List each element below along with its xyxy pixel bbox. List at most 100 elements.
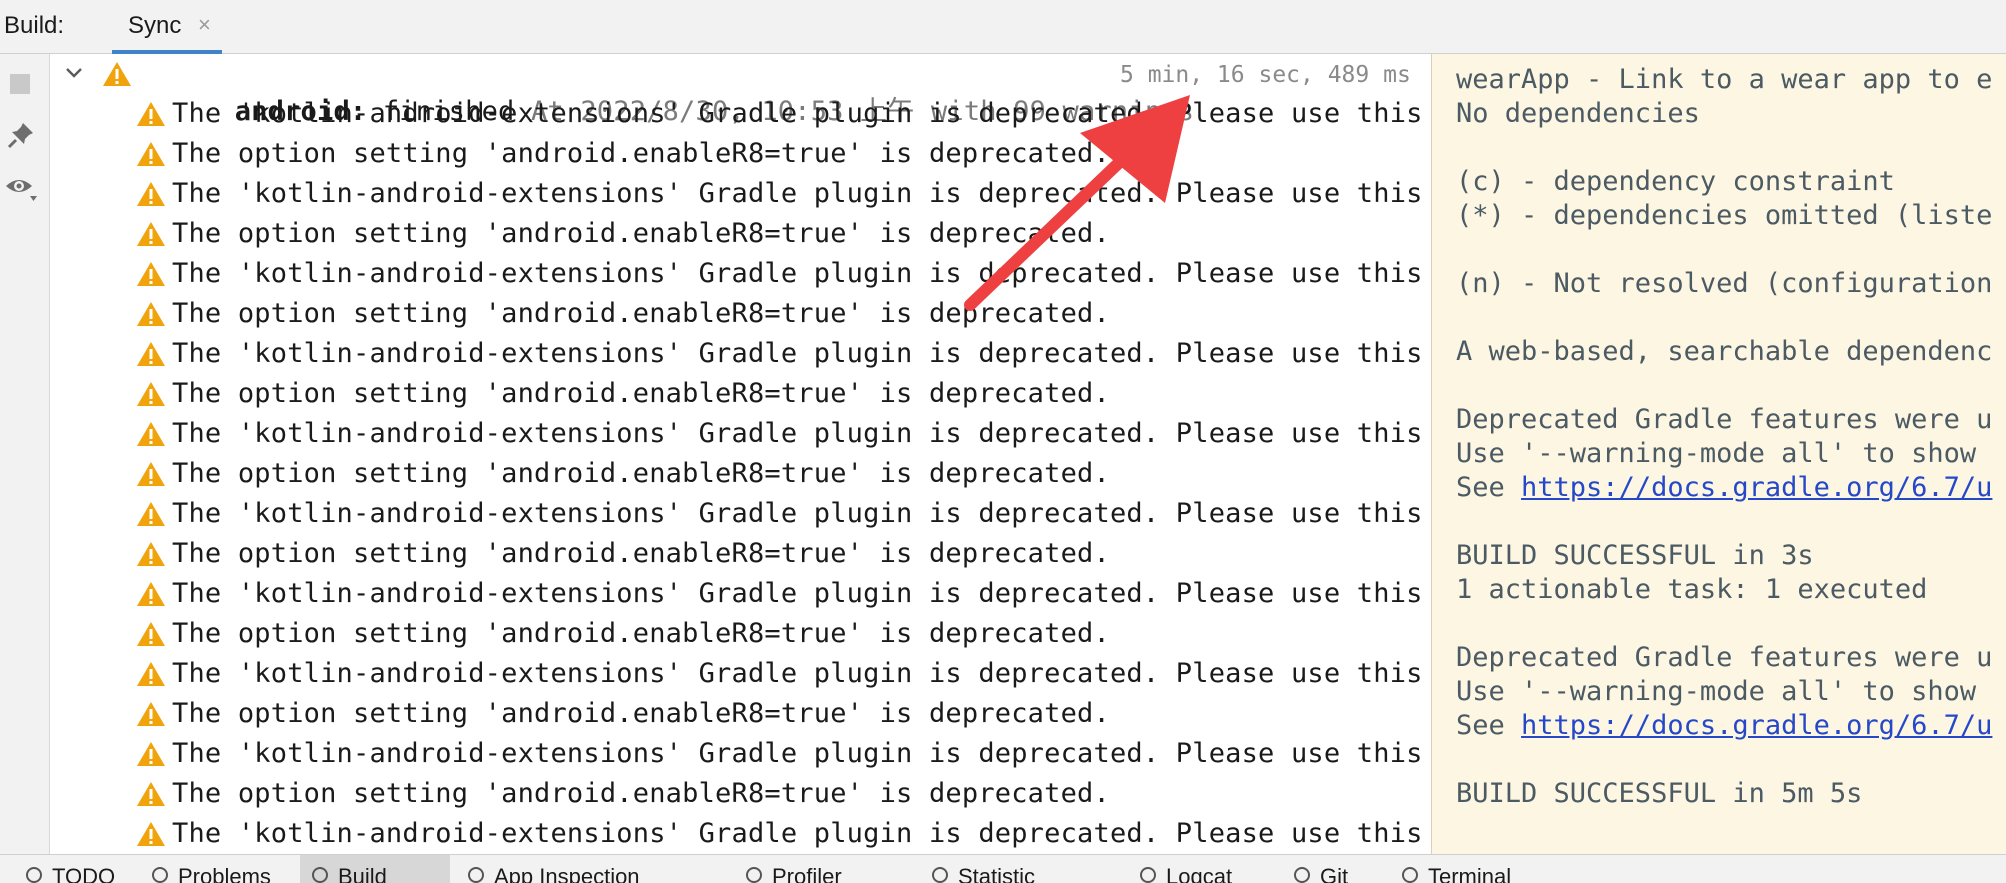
hammer-icon <box>310 863 330 883</box>
warning-message: The 'kotlin-android-extensions' Gradle p… <box>172 738 1430 769</box>
bottom-tab-profiler[interactable]: Profiler <box>734 855 914 883</box>
eye-icon[interactable] <box>4 174 38 204</box>
bottom-tab-statistic[interactable]: Statistic <box>920 855 1120 883</box>
console-line-text: wearApp - Link to a wear app to e <box>1456 64 1993 95</box>
bottom-tool-window-bar: TODO Problems Build App Inspection Profiler S… <box>0 854 2006 883</box>
tab-sync-label: Sync <box>128 12 182 39</box>
bottom-tab-label: App Inspection <box>494 864 640 883</box>
build-console-output[interactable]: wearApp - Link to a wear app to e No depe… <box>1431 54 2006 854</box>
console-line: BUILD SUCCESSFUL in 3s <box>1456 540 1814 574</box>
branch-icon <box>1292 863 1312 883</box>
warning-message: The 'kotlin-android-extensions' Gradle p… <box>172 258 1430 289</box>
warning-row[interactable]: The 'kotlin-android-extensions' Gradle p… <box>50 654 1430 694</box>
warning-row[interactable]: The option setting 'android.enableR8=tru… <box>50 454 1430 494</box>
warning-row[interactable]: The option setting 'android.enableR8=tru… <box>50 774 1430 814</box>
warning-row[interactable]: The 'kotlin-android-extensions' Gradle p… <box>50 254 1430 294</box>
console-line-text: See <box>1456 472 1522 503</box>
warning-row[interactable]: The 'kotlin-android-extensions' Gradle p… <box>50 334 1430 374</box>
console-line: Use '--warning-mode all' to show <box>1456 676 1976 710</box>
console-line-text: No dependencies <box>1456 98 1700 129</box>
console-line-text: Deprecated Gradle features were u <box>1456 642 1993 673</box>
build-duration: 5 min, 16 sec, 489 ms <box>1120 62 1411 88</box>
console-line-text: (c) - dependency constraint <box>1456 166 1895 197</box>
console-line: (*) - dependencies omitted (liste <box>1456 200 1992 234</box>
warning-row[interactable]: The 'kotlin-android-extensions' Gradle p… <box>50 174 1430 214</box>
warning-row[interactable]: The 'kotlin-android-extensions' Gradle p… <box>50 574 1430 614</box>
warning-row[interactable]: The option setting 'android.enableR8=tru… <box>50 134 1430 174</box>
warning-message: The option setting 'android.enableR8=tru… <box>172 698 1110 729</box>
bottom-tab-logcat[interactable]: Logcat <box>1128 855 1278 883</box>
warning-icon <box>137 222 165 246</box>
bottom-tab-build[interactable]: Build <box>300 855 450 883</box>
warning-icon <box>137 262 165 286</box>
bottom-tab-app-inspection[interactable]: App Inspection <box>456 855 726 883</box>
bottom-tab-terminal[interactable]: Terminal <box>1390 855 1550 883</box>
logcat-icon <box>1138 863 1158 883</box>
console-line: No dependencies <box>1456 98 1700 132</box>
build-label: Build: <box>4 12 65 39</box>
console-doc-link[interactable]: https://docs.gradle.org/6.7/u <box>1521 472 1992 503</box>
stop-icon[interactable] <box>10 74 30 94</box>
warning-row[interactable]: The 'kotlin-android-extensions' Gradle p… <box>50 94 1430 134</box>
console-doc-link[interactable]: https://docs.gradle.org/6.7/u <box>1521 710 1992 741</box>
close-icon[interactable]: × <box>198 12 211 38</box>
console-line: See https://docs.gradle.org/6.7/u <box>1456 710 1992 744</box>
warning-message: The 'kotlin-android-extensions' Gradle p… <box>172 498 1430 529</box>
console-line-text: (n) - Not resolved (configuration <box>1456 268 1993 299</box>
warning-row[interactable]: The option setting 'android.enableR8=tru… <box>50 614 1430 654</box>
warning-icon <box>137 462 165 486</box>
warning-row[interactable]: The option setting 'android.enableR8=tru… <box>50 374 1430 414</box>
bottom-tab-label: Problems <box>178 864 271 883</box>
console-line-text: See <box>1456 710 1522 741</box>
warning-icon <box>137 662 165 686</box>
warning-icon <box>137 502 165 526</box>
warning-icon <box>137 702 165 726</box>
console-line: 1 actionable task: 1 executed <box>1456 574 1927 608</box>
warning-row[interactable]: The 'kotlin-android-extensions' Gradle p… <box>50 734 1430 774</box>
warning-message: The option setting 'android.enableR8=tru… <box>172 218 1110 249</box>
build-output-tree[interactable]: android: finished At 2022/8/30, 10:53 上午… <box>50 54 1430 854</box>
bottom-tab-git[interactable]: Git <box>1282 855 1382 883</box>
console-line: A web-based, searchable dependenc <box>1456 336 1992 370</box>
bottom-tab-label: Build <box>338 864 387 883</box>
warning-icon <box>137 302 165 326</box>
warning-row[interactable]: The 'kotlin-android-extensions' Gradle p… <box>50 814 1430 854</box>
warning-icon <box>103 62 131 86</box>
warning-message: The option setting 'android.enableR8=tru… <box>172 378 1110 409</box>
console-line-text: Use '--warning-mode all' to show <box>1456 438 1977 469</box>
warning-message: The 'kotlin-android-extensions' Gradle p… <box>172 338 1430 369</box>
warning-row[interactable]: The option setting 'android.enableR8=tru… <box>50 214 1430 254</box>
warning-message: The option setting 'android.enableR8=tru… <box>172 538 1110 569</box>
console-line-text: (*) - dependencies omitted (liste <box>1456 200 1993 231</box>
warning-icon <box>137 382 165 406</box>
warning-icon <box>137 422 165 446</box>
console-line-text: 1 actionable task: 1 executed <box>1456 574 1928 605</box>
warning-row[interactable]: The 'kotlin-android-extensions' Gradle p… <box>50 414 1430 454</box>
terminal-icon <box>1400 863 1420 883</box>
bottom-tab-label: Git <box>1320 864 1349 883</box>
tree-root-row[interactable]: android: finished At 2022/8/30, 10:53 上午… <box>50 54 1430 127</box>
console-line-text: Deprecated Gradle features were u <box>1456 404 1993 435</box>
pin-icon[interactable] <box>6 120 36 150</box>
warning-row[interactable]: The option setting 'android.enableR8=tru… <box>50 694 1430 734</box>
warning-message: The option setting 'android.enableR8=tru… <box>172 778 1110 809</box>
tab-sync[interactable]: Sync × <box>112 0 222 54</box>
console-line-text: Use '--warning-mode all' to show <box>1456 676 1977 707</box>
warning-icon <box>137 582 165 606</box>
warning-message: The 'kotlin-android-extensions' Gradle p… <box>172 658 1430 689</box>
bottom-tab-problems[interactable]: Problems <box>140 855 300 883</box>
console-line-text: BUILD SUCCESSFUL in 3s <box>1456 540 1814 571</box>
console-line: (n) - Not resolved (configuration <box>1456 268 1992 302</box>
warning-icon <box>137 142 165 166</box>
warning-row[interactable]: The option setting 'android.enableR8=tru… <box>50 534 1430 574</box>
warning-row[interactable]: The option setting 'android.enableR8=tru… <box>50 294 1430 334</box>
bottom-tab-todo[interactable]: TODO <box>14 855 124 883</box>
console-line: (c) - dependency constraint <box>1456 166 1895 200</box>
warning-message: The option setting 'android.enableR8=tru… <box>172 618 1110 649</box>
warning-row[interactable]: The 'kotlin-android-extensions' Gradle p… <box>50 494 1430 534</box>
warning-icon <box>137 102 165 126</box>
warning-message: The 'kotlin-android-extensions' Gradle p… <box>172 418 1430 449</box>
console-line: See https://docs.gradle.org/6.7/u <box>1456 472 1992 506</box>
chevron-down-icon[interactable] <box>62 60 86 84</box>
warning-icon <box>137 622 165 646</box>
